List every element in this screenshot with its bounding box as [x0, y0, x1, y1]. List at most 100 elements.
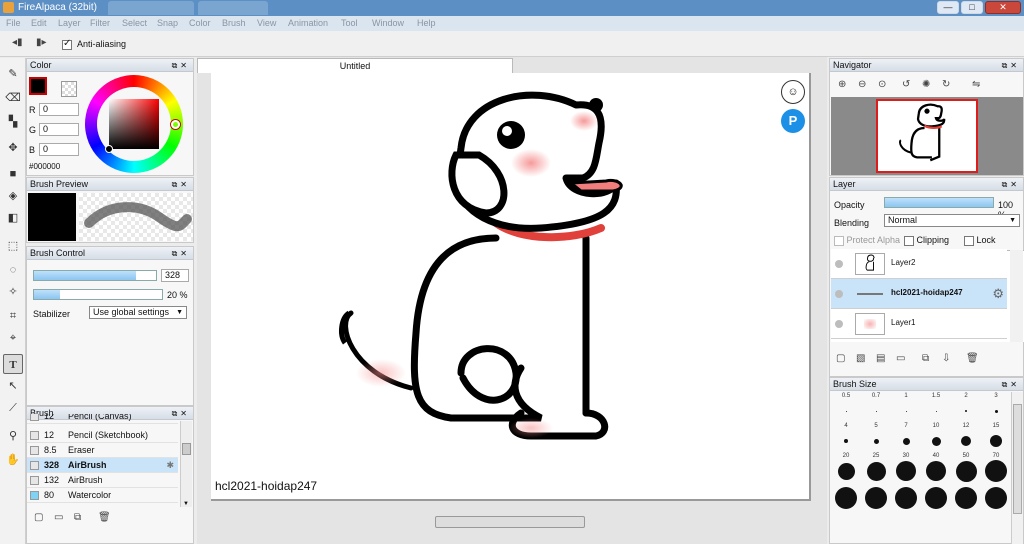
select-rect-tool-icon[interactable]: ⬚ — [3, 236, 23, 256]
divide-tool-icon[interactable]: ⟋ — [3, 398, 23, 418]
dot-tool-icon[interactable]: ▚ — [3, 112, 23, 132]
brush-size-input[interactable]: 328 — [161, 269, 189, 282]
brush-size-cell[interactable]: 40 — [921, 453, 951, 483]
lock-checkbox[interactable]: Lock — [964, 235, 996, 246]
navigator-viewport[interactable] — [831, 97, 1023, 175]
hue-picker-handle[interactable] — [171, 120, 180, 129]
new-8bit-layer-icon[interactable]: ▧ — [856, 353, 865, 364]
flip-horizontal-icon[interactable]: ⇋ — [972, 79, 980, 90]
brush-list-item[interactable]: 80 Watercolor — [27, 488, 178, 503]
brush-size-cell[interactable] — [861, 483, 891, 513]
rotate-left-icon[interactable]: ↺ — [902, 79, 910, 90]
protect-alpha-checkbox[interactable]: Protect Alpha — [834, 235, 900, 246]
close-button[interactable]: ✕ — [985, 1, 1021, 14]
zoom-reset-icon[interactable]: ⊙ — [878, 79, 886, 90]
blending-select[interactable]: Normal ▼ — [884, 214, 1020, 227]
brush-list-scrollbar[interactable]: ▼ — [180, 421, 192, 507]
menu-help[interactable]: Help — [417, 18, 436, 28]
brush-size-cell[interactable]: 20 — [831, 453, 861, 483]
stabilizer-select[interactable]: Use global settings ▼ — [89, 306, 187, 319]
brush-size-cell[interactable]: 25 — [861, 453, 891, 483]
brush-size-cell[interactable]: 1.5 — [921, 393, 951, 423]
text-tool-icon[interactable]: T — [3, 354, 23, 374]
layer-folder-icon[interactable]: ▭ — [896, 353, 905, 364]
new-layer-icon[interactable]: ▢ — [836, 353, 845, 364]
hand-tool-icon[interactable]: ✋ — [3, 450, 23, 470]
layer-visibility-icon[interactable] — [835, 320, 843, 328]
brush-size-cell[interactable] — [981, 483, 1011, 513]
select-pen-tool-icon[interactable]: ⌗ — [3, 306, 23, 326]
layer-row[interactable]: Layer2 — [831, 249, 1007, 279]
brush-size-cell[interactable] — [951, 483, 981, 513]
brush-size-cell[interactable]: 50 — [951, 453, 981, 483]
panel-float-close-icon[interactable]: ⧉✕ — [1002, 178, 1020, 191]
brush-size-cell[interactable]: 30 — [891, 453, 921, 483]
brush-size-cell[interactable] — [891, 483, 921, 513]
minimize-button[interactable]: — — [937, 1, 959, 14]
move-tool-icon[interactable]: ✥ — [3, 138, 23, 158]
brush-size-cell[interactable]: 7 — [891, 423, 921, 453]
layer-visibility-icon[interactable] — [835, 260, 843, 268]
anti-aliasing-checkbox[interactable] — [62, 38, 72, 50]
menu-select[interactable]: Select — [122, 18, 147, 28]
layer-row-selected[interactable]: hcl2021-hoidap247 ⚙ — [831, 279, 1007, 309]
menu-edit[interactable]: Edit — [31, 18, 47, 28]
panel-float-close-icon[interactable]: ⧉✕ — [1002, 378, 1020, 391]
background-browser-tab[interactable] — [108, 1, 194, 15]
layer-opacity-slider[interactable] — [884, 197, 994, 208]
rotate-reset-icon[interactable]: ✺ — [922, 79, 930, 90]
brush-size-cell[interactable] — [831, 483, 861, 513]
gear-icon[interactable]: ⚙ — [992, 286, 1004, 302]
menu-view[interactable]: View — [257, 18, 276, 28]
layer-list-scrollbar[interactable] — [1010, 250, 1023, 342]
panel-float-close-icon[interactable]: ⧉✕ — [172, 247, 190, 260]
scrollbar-thumb[interactable] — [182, 443, 191, 455]
layer-row[interactable]: Layer1 — [831, 309, 1007, 339]
eyedropper-tool-icon[interactable]: ⚲ — [3, 426, 23, 446]
drawing-canvas[interactable]: ☺ P hcl2021-hoidap247 — [211, 73, 811, 501]
rotate-right-icon[interactable]: ↻ — [942, 79, 950, 90]
merge-layer-icon[interactable]: ⇩ — [942, 353, 950, 364]
hue-wheel[interactable] — [85, 75, 183, 173]
brush-size-slider[interactable] — [33, 270, 157, 281]
brush-list-item[interactable]: 132 AirBrush — [27, 473, 178, 488]
brush-size-cell[interactable]: 0.7 — [861, 393, 891, 423]
pen-tool-icon[interactable]: ✎ — [3, 64, 23, 84]
brush-size-cell[interactable] — [921, 483, 951, 513]
secondary-color-swatch[interactable] — [61, 81, 77, 97]
r-input[interactable]: 0 — [39, 103, 79, 116]
brush-list-item[interactable]: 12 Pencil (Canvas) — [27, 414, 178, 424]
brush-size-cell[interactable]: 3 — [981, 393, 1011, 423]
brush-list-item-selected[interactable]: 328 AirBrush ✱ — [27, 458, 178, 473]
fill-tool-icon[interactable]: ■ — [3, 164, 23, 184]
menu-file[interactable]: File — [6, 18, 21, 28]
prev-frame-icon[interactable]: ◂▮ — [12, 37, 23, 48]
new-brush-icon[interactable]: ▢ — [34, 512, 43, 523]
primary-color-swatch[interactable] — [29, 77, 47, 95]
brush-opacity-slider[interactable] — [33, 289, 163, 300]
brush-list-item[interactable]: 12 Pencil (Sketchbook) — [27, 428, 178, 443]
background-browser-tab[interactable] — [198, 1, 268, 15]
document-tab[interactable]: Untitled — [197, 58, 513, 73]
gradient-tool-icon[interactable]: ◧ — [3, 208, 23, 228]
panel-float-close-icon[interactable]: ⧉✕ — [172, 59, 190, 72]
scroll-down-icon[interactable]: ▼ — [183, 501, 189, 507]
brush-size-cell[interactable]: 1 — [891, 393, 921, 423]
menu-snap[interactable]: Snap — [157, 18, 178, 28]
panel-float-close-icon[interactable]: ⧉✕ — [172, 178, 190, 191]
menu-brush[interactable]: Brush — [222, 18, 246, 28]
g-input[interactable]: 0 — [39, 123, 79, 136]
zoom-in-icon[interactable]: ⊕ — [838, 79, 846, 90]
next-frame-icon[interactable]: ▮▸ — [36, 37, 47, 48]
brush-size-cell[interactable]: 12 — [951, 423, 981, 453]
brush-size-cell[interactable]: 10 — [921, 423, 951, 453]
menu-color[interactable]: Color — [189, 18, 211, 28]
menu-animation[interactable]: Animation — [288, 18, 328, 28]
layer-visibility-icon[interactable] — [835, 290, 843, 298]
menu-layer[interactable]: Layer — [58, 18, 81, 28]
duplicate-layer-icon[interactable]: ⧉ — [922, 353, 929, 364]
magic-wand-tool-icon[interactable]: ✧ — [3, 282, 23, 302]
b-input[interactable]: 0 — [39, 143, 79, 156]
delete-brush-icon[interactable]: 🗑 — [98, 512, 111, 523]
maximize-button[interactable]: □ — [961, 1, 983, 14]
